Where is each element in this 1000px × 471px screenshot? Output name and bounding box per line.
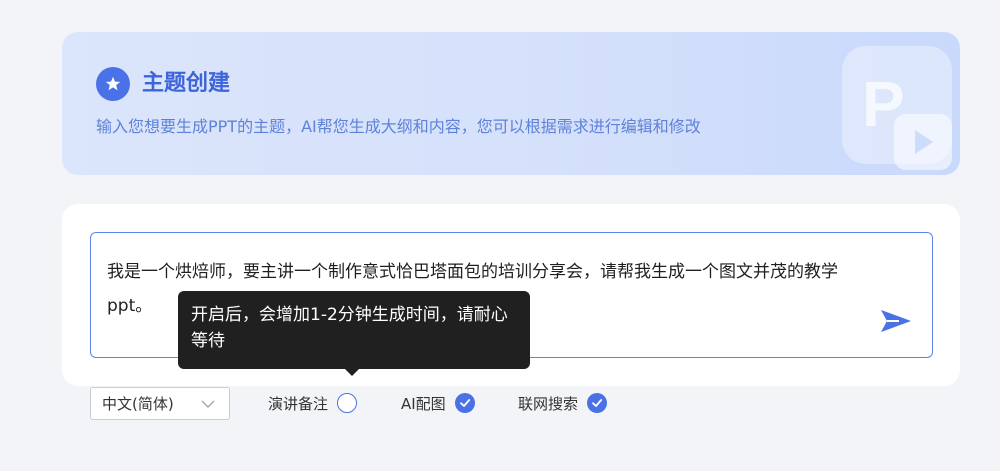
ai-image-option[interactable]: AI配图 — [401, 391, 475, 415]
check-icon — [592, 399, 603, 407]
web-search-label: 联网搜索 — [518, 394, 579, 413]
send-button[interactable] — [878, 305, 914, 337]
tooltip-arrow — [344, 368, 360, 376]
web-search-option[interactable]: 联网搜索 — [518, 391, 608, 415]
language-select-value: 中文(简体) — [102, 395, 174, 413]
speaker-notes-label: 演讲备注 — [268, 394, 329, 413]
send-icon — [881, 310, 911, 332]
topic-creation-banner: 主题创建 输入您想要生成PPT的主题，AI帮您生成大纲和内容，您可以根据需求进行… — [62, 32, 960, 175]
star-badge-icon — [96, 67, 130, 101]
ai-image-label: AI配图 — [401, 394, 446, 413]
speaker-notes-tooltip: 开启后，会增加1-2分钟生成时间，请耐心等待 — [178, 291, 530, 369]
speaker-notes-option[interactable]: 演讲备注 — [268, 391, 358, 415]
web-search-checkbox[interactable] — [587, 393, 608, 413]
language-select[interactable]: 中文(简体) — [90, 387, 230, 420]
chevron-down-icon — [201, 400, 215, 408]
check-icon — [459, 399, 470, 407]
speaker-notes-checkbox[interactable] — [337, 393, 358, 413]
page-subtitle: 输入您想要生成PPT的主题，AI帮您生成大纲和内容，您可以根据需求进行编辑和修改 — [96, 117, 701, 136]
page-title: 主题创建 — [142, 71, 231, 96]
ppt-decoration-icon: P — [842, 46, 952, 170]
tooltip-text: 开启后，会增加1-2分钟生成时间，请耐心等待 — [191, 305, 508, 351]
ai-image-checkbox[interactable] — [454, 393, 475, 413]
